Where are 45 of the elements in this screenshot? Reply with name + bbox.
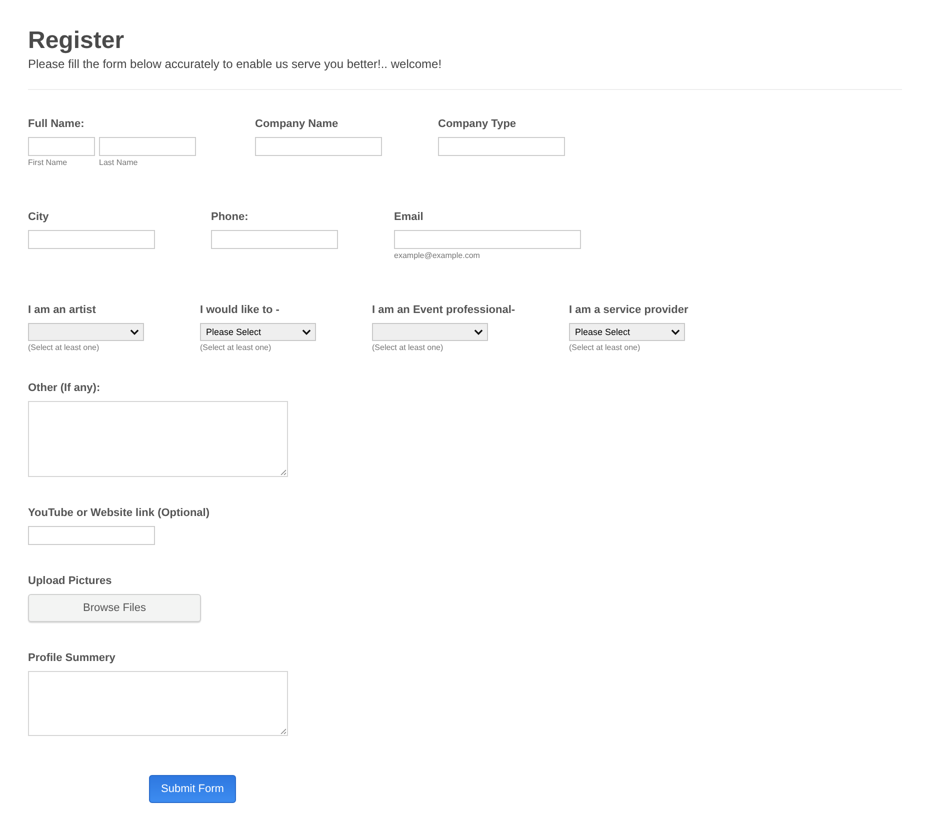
resize-grip-icon bbox=[280, 469, 286, 475]
submit-button[interactable]: Submit Form bbox=[149, 775, 236, 803]
field-hint: (Select at least one) bbox=[569, 343, 640, 352]
field-sublabel: Last Name bbox=[99, 158, 139, 167]
field-label: YouTube or Website link (Optional) bbox=[28, 507, 210, 519]
field-label: I am a service provider bbox=[569, 304, 688, 316]
resize-grip-icon bbox=[280, 728, 286, 734]
field-hint: (Select at least one) bbox=[372, 343, 444, 352]
dropdown[interactable] bbox=[28, 323, 144, 341]
dropdown[interactable] bbox=[372, 323, 488, 341]
field-hint: example@example.com bbox=[394, 251, 480, 260]
input-field[interactable] bbox=[99, 137, 196, 156]
field-label: Email bbox=[394, 211, 424, 223]
form-title: Register bbox=[28, 26, 126, 56]
field-sublabel: First Name bbox=[28, 158, 68, 167]
field-hint: (Select at least one) bbox=[28, 343, 100, 352]
field-label: Company Type bbox=[438, 118, 516, 130]
caret-icon bbox=[302, 329, 311, 335]
input-field[interactable] bbox=[211, 230, 338, 249]
field-label: I am an Event professional- bbox=[372, 304, 516, 316]
dropdown[interactable]: Please Select bbox=[200, 323, 316, 341]
input-field[interactable] bbox=[255, 137, 382, 156]
field-label: Full Name: bbox=[28, 118, 84, 130]
dropdown[interactable]: Please Select bbox=[569, 323, 685, 341]
field-label: Upload Pictures bbox=[28, 575, 112, 587]
text-area[interactable] bbox=[28, 671, 288, 736]
field-label: Company Name bbox=[255, 118, 338, 130]
form-subtitle: Please fill the form below accurately to enable us serve you better!.. welcome! bbox=[28, 57, 443, 71]
caret-icon bbox=[671, 329, 680, 335]
field-label: I am an artist bbox=[28, 304, 96, 316]
input-field[interactable] bbox=[438, 137, 565, 156]
input-field[interactable] bbox=[28, 230, 155, 249]
caret-icon bbox=[474, 329, 483, 335]
caret-icon bbox=[130, 329, 139, 335]
input-field[interactable] bbox=[28, 526, 155, 545]
field-label: I would like to - bbox=[200, 304, 280, 316]
field-hint: (Select at least one) bbox=[200, 343, 272, 352]
field-label: Phone: bbox=[211, 211, 248, 223]
input-field[interactable] bbox=[28, 137, 95, 156]
text-area[interactable] bbox=[28, 401, 288, 477]
field-label: Other (If any): bbox=[28, 382, 100, 394]
input-field[interactable] bbox=[394, 230, 581, 249]
browse-files-button[interactable]: Browse Files bbox=[28, 594, 201, 622]
field-label: City bbox=[28, 211, 49, 223]
field-label: Profile Summery bbox=[28, 652, 116, 664]
